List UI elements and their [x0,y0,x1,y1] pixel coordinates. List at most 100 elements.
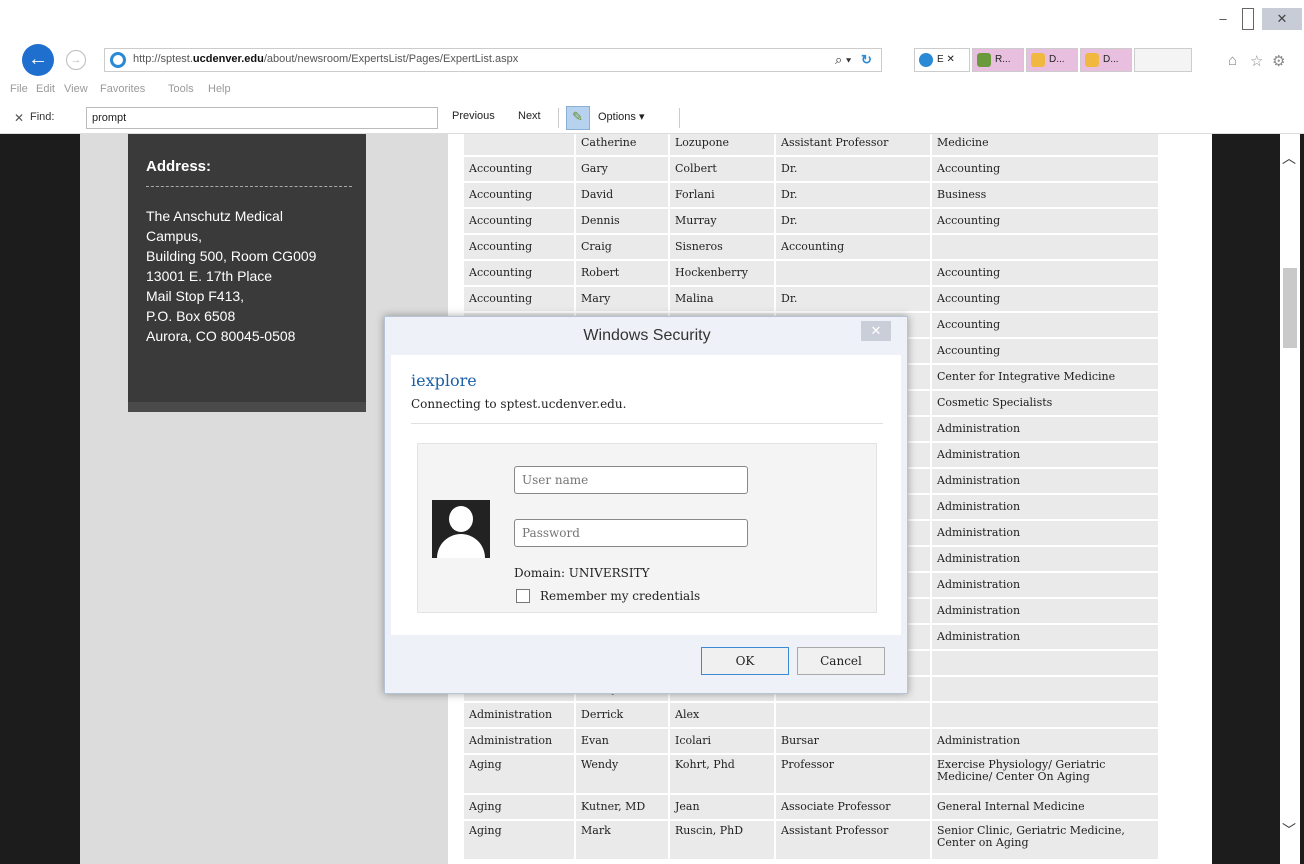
menu-tools[interactable]: Tools [168,83,194,95]
table-row: Administration Evan Icolari Bursar Administr… [464,729,1158,753]
password-input[interactable] [514,519,748,547]
table-cell: Jean [670,795,774,819]
table-row: Accounting Craig Sisneros Accounting [464,235,1158,259]
new-tab-button[interactable] [1134,48,1192,72]
find-previous-button[interactable]: Previous [452,110,495,122]
address-line: Mail Stop F413, [146,288,245,304]
table-cell [932,703,1158,727]
connecting-text: Connecting to sptest.ucdenver.edu. [411,397,627,411]
close-window-button[interactable]: ✕ [1262,8,1302,30]
back-button[interactable]: ← [22,44,54,76]
table-cell: Derrick [576,703,668,727]
table-cell: Aging [464,795,574,819]
avatar-body [437,534,485,558]
table-row: Administration Derrick Alex [464,703,1158,727]
menu-view[interactable]: View [64,83,88,95]
table-row: Accounting David Forlani Dr. Business [464,183,1158,207]
refresh-icon[interactable]: ↻ [861,52,872,68]
dialog-body: iexplore Connecting to sptest.ucdenver.e… [391,355,901,635]
dialog-close-button[interactable]: ✕ [861,321,891,341]
address-divider [146,186,352,187]
table-cell: Administration [932,599,1158,623]
table-cell: Center for Integrative Medicine [932,365,1158,389]
table-cell: Accounting [776,235,930,259]
table-cell: Administration [932,443,1158,467]
tab-label: D... [1103,54,1119,65]
favorites-star-icon[interactable]: ☆ [1250,52,1263,70]
table-cell: Administration [932,495,1158,519]
table-cell: Accounting [932,313,1158,337]
cancel-button[interactable]: Cancel [797,647,885,675]
menu-file[interactable]: File [10,83,28,95]
table-cell: Dr. [776,183,930,207]
gear-icon[interactable]: ⚙ [1272,52,1285,70]
highlight-pen-icon[interactable]: ✎ [572,109,583,125]
address-line: P.O. Box 6508 [146,308,236,324]
folder-tab-icon [1085,53,1099,67]
tab-label: E ✕ [937,54,955,65]
scroll-down-icon[interactable]: ﹀ [1282,820,1296,840]
table-cell: Exercise Physiology/ Geriatric Medicine/… [932,755,1158,793]
tab-d2[interactable]: D... [1080,48,1132,72]
table-cell: Accounting [932,287,1158,311]
address-line: Aurora, CO 80045-0508 [146,328,296,344]
remember-credentials-checkbox[interactable] [516,589,530,603]
table-cell [464,134,574,155]
search-icon[interactable]: ⌕ ▾ [835,52,851,68]
table-cell: Malina [670,287,774,311]
remember-credentials-label[interactable]: Remember my credentials [540,589,700,603]
table-cell: Mary [576,287,668,311]
table-cell: Bursar [776,729,930,753]
tab-r[interactable]: R... [972,48,1024,72]
menu-help[interactable]: Help [208,83,231,95]
dialog-app-name: iexplore [411,371,477,390]
scroll-up-icon[interactable]: ︿ [1282,148,1296,168]
find-options-button[interactable]: Options ▾ [598,110,645,123]
tab-d1[interactable]: D... [1026,48,1078,72]
table-row: Aging Mark Ruscin, PhD Assistant Professor S… [464,821,1158,859]
table-row: Accounting Robert Hockenberry Accounting [464,261,1158,285]
menu-favorites[interactable]: Favorites [100,83,145,95]
table-cell: Administration [932,417,1158,441]
table-cell: Dr. [776,209,930,233]
tab-label: R... [995,54,1011,65]
address-bar[interactable]: http://sptest.ucdenver.edu/about/newsroo… [104,48,882,72]
table-cell: Evan [576,729,668,753]
table-cell: Murray [670,209,774,233]
username-input[interactable] [514,466,748,494]
table-cell: Accounting [464,183,574,207]
table-cell: Hockenberry [670,261,774,285]
table-cell: Dr. [776,157,930,181]
address-line: 13001 E. 17th Place [146,268,273,284]
close-find-icon[interactable]: ✕ [14,111,24,125]
tab-label: D... [1049,54,1065,65]
forward-button[interactable]: → [66,50,86,70]
home-icon[interactable]: ⌂ [1228,52,1237,69]
table-cell [776,261,930,285]
table-cell: Accounting [932,261,1158,285]
table-cell: Administration [932,573,1158,597]
menu-edit[interactable]: Edit [36,83,55,95]
credential-box: Domain: UNIVERSITY Remember my credentia… [417,443,877,613]
find-next-button[interactable]: Next [518,110,541,122]
address-line: Building 500, Room CG009 [146,248,317,264]
vertical-scrollbar[interactable]: ︿ ﹀ [1280,134,1300,864]
table-cell: Accounting [932,339,1158,363]
table-row: Accounting Dennis Murray Dr. Accounting [464,209,1158,233]
maximize-button[interactable] [1242,8,1254,30]
ok-button[interactable]: OK [701,647,789,675]
table-cell: Administration [932,547,1158,571]
find-input[interactable] [86,107,438,129]
avatar-head [449,506,473,532]
tab-expertlist[interactable]: E ✕ [914,48,970,72]
table-cell: Kutner, MD [576,795,668,819]
table-cell: Lozupone [670,134,774,155]
table-cell: Catherine [576,134,668,155]
table-cell: Forlani [670,183,774,207]
table-cell: Administration [932,625,1158,649]
table-cell: Ruscin, PhD [670,821,774,859]
folder-tab-icon [1031,53,1045,67]
find-bar: ✕ Find: Previous Next ✎ Options ▾ [0,102,1304,134]
minimize-button[interactable]: – [1212,8,1234,30]
scroll-thumb[interactable] [1283,268,1297,348]
